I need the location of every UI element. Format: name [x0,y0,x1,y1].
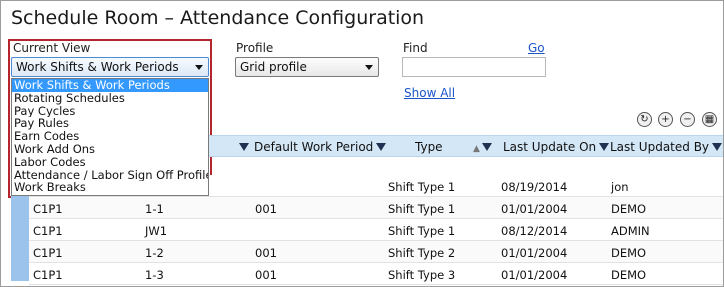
cell: JW1 [145,224,168,238]
chevron-down-icon [195,65,203,70]
dropdown-option[interactable]: Rotating Schedules [12,92,208,105]
page-frame: Schedule Room – Attendance Configuration… [0,0,724,287]
find-label: Find [403,41,428,55]
filter-icon[interactable] [599,142,610,151]
cell: 001 [255,268,277,282]
dropdown-option[interactable]: Pay Rules [12,117,208,130]
cell: C1P1 [33,246,63,260]
cell-type: Shift Type 1 [388,180,456,194]
dropdown-option[interactable]: Work Breaks [12,181,208,194]
dropdown-option[interactable]: Labor Codes [12,156,208,169]
cell: C1P1 [33,224,63,238]
cell-updated-on: 08/12/2014 [501,224,568,238]
refresh-icon[interactable]: ↻ [637,112,652,127]
cell: 1-1 [145,202,164,216]
cell: 1-2 [145,246,164,260]
header-label: Default Work Period [254,140,374,154]
cell: C1P1 [33,202,63,216]
dropdown-option[interactable]: Attendance / Labor Sign Off Profile [12,169,208,182]
chevron-down-icon [365,65,373,70]
cell: 001 [255,246,277,260]
dropdown-option[interactable]: Work Add Ons [12,143,208,156]
filter-icon[interactable] [376,142,387,151]
cell: C1P1 [33,268,63,282]
cell-updated-on: 01/01/2004 [501,202,568,216]
current-view-dropdown-list: Work Shifts & Work Periods Rotating Sche… [11,78,209,196]
cell-updated-on: 01/01/2004 [501,246,568,260]
filter-icon[interactable] [239,140,252,154]
find-input[interactable] [402,57,546,77]
table-row[interactable]: C1P1 1-3 001 Shift Type 3 01/01/2004 DEM… [29,263,723,285]
cell-updated-by: DEMO [611,268,647,282]
dropdown-option[interactable]: Work Shifts & Work Periods [12,79,208,92]
header-label: Last Updated By [610,140,710,154]
current-view-label: Current View [13,41,91,55]
cell-type: Shift Type 1 [388,224,456,238]
table-row[interactable]: C1P1 JW1 Shift Type 1 08/12/2014 ADMIN [29,219,723,241]
cell-updated-by: jon [611,180,629,194]
remove-icon[interactable]: − [680,112,695,127]
header-default-work-period[interactable]: Default Work Period [254,140,387,154]
dropdown-option[interactable]: Pay Cycles [12,105,208,118]
table-row[interactable]: C1P1 1-2 001 Shift Type 2 01/01/2004 DEM… [29,241,723,263]
show-all-link[interactable]: Show All [404,86,455,100]
cell-type: Shift Type 1 [388,202,456,216]
header-last-update-on[interactable]: Last Update On [503,140,610,154]
profile-value: Grid profile [240,60,307,74]
dropdown-option[interactable]: Earn Codes [12,130,208,143]
profile-select[interactable]: Grid profile [235,57,379,77]
go-link[interactable]: Go [528,41,545,55]
page-title: Schedule Room – Attendance Configuration [11,7,425,29]
cell-updated-on: 01/01/2004 [501,268,568,282]
header-last-updated-by[interactable]: Last Updated By [610,140,723,154]
cell-updated-by: DEMO [611,202,647,216]
header-sort-filter[interactable]: ▲ [473,140,495,154]
header-label: Last Update On [503,140,597,154]
profile-label: Profile [236,41,274,55]
add-icon[interactable]: + [658,112,673,127]
cell-updated-on: 08/19/2014 [501,180,568,194]
current-view-select[interactable]: Work Shifts & Work Periods [11,57,209,77]
sort-icon[interactable]: ▲ [473,144,480,154]
cell-updated-by: DEMO [611,246,647,260]
header-type[interactable]: Type [415,140,443,154]
cell-type: Shift Type 3 [388,268,456,282]
filter-icon[interactable] [712,142,723,151]
cell-updated-by: ADMIN [611,224,650,238]
cell-type: Shift Type 2 [388,246,456,260]
cell: 001 [255,202,277,216]
table-row[interactable]: C1P1 1-1 001 Shift Type 1 01/01/2004 DEM… [29,197,723,219]
cell: 1-3 [145,268,164,282]
header-label: Type [415,140,443,154]
current-view-value: Work Shifts & Work Periods [16,60,179,74]
settings-icon[interactable]: ▦ [702,112,717,127]
filter-icon[interactable] [481,142,492,151]
